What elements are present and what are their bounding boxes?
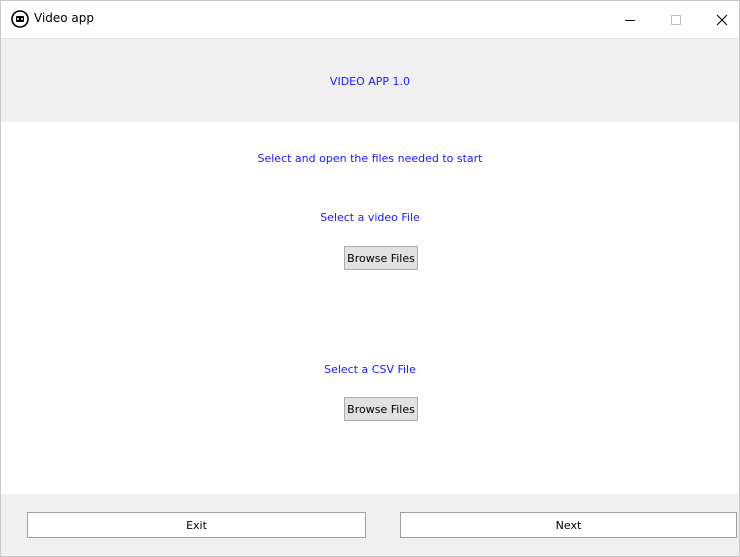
video-app-icon <box>11 10 29 28</box>
instructions-text: Select and open the files needed to star… <box>257 152 483 165</box>
exit-button[interactable]: Exit <box>27 512 366 538</box>
close-button[interactable] <box>699 1 740 38</box>
window-title: Video app <box>34 11 95 25</box>
title-bar[interactable]: Video app <box>1 1 739 38</box>
close-icon <box>716 14 728 25</box>
minimize-icon <box>625 19 635 21</box>
app-heading: VIDEO APP 1.0 <box>329 75 411 88</box>
minimize-button[interactable] <box>607 1 653 38</box>
browse-csv-button[interactable]: Browse Files <box>344 397 418 421</box>
maximize-icon <box>671 14 681 25</box>
video-file-label: Select a video File <box>320 211 420 224</box>
maximize-button[interactable] <box>653 1 699 38</box>
header-banner: VIDEO APP 1.0 <box>1 38 739 122</box>
footer-bar: Exit Next <box>1 494 739 556</box>
browse-video-button[interactable]: Browse Files <box>344 246 418 270</box>
app-window: Video app VIDEO APP 1.0 Select and open … <box>0 0 740 557</box>
next-button[interactable]: Next <box>400 512 737 538</box>
csv-file-label: Select a CSV File <box>324 363 416 376</box>
